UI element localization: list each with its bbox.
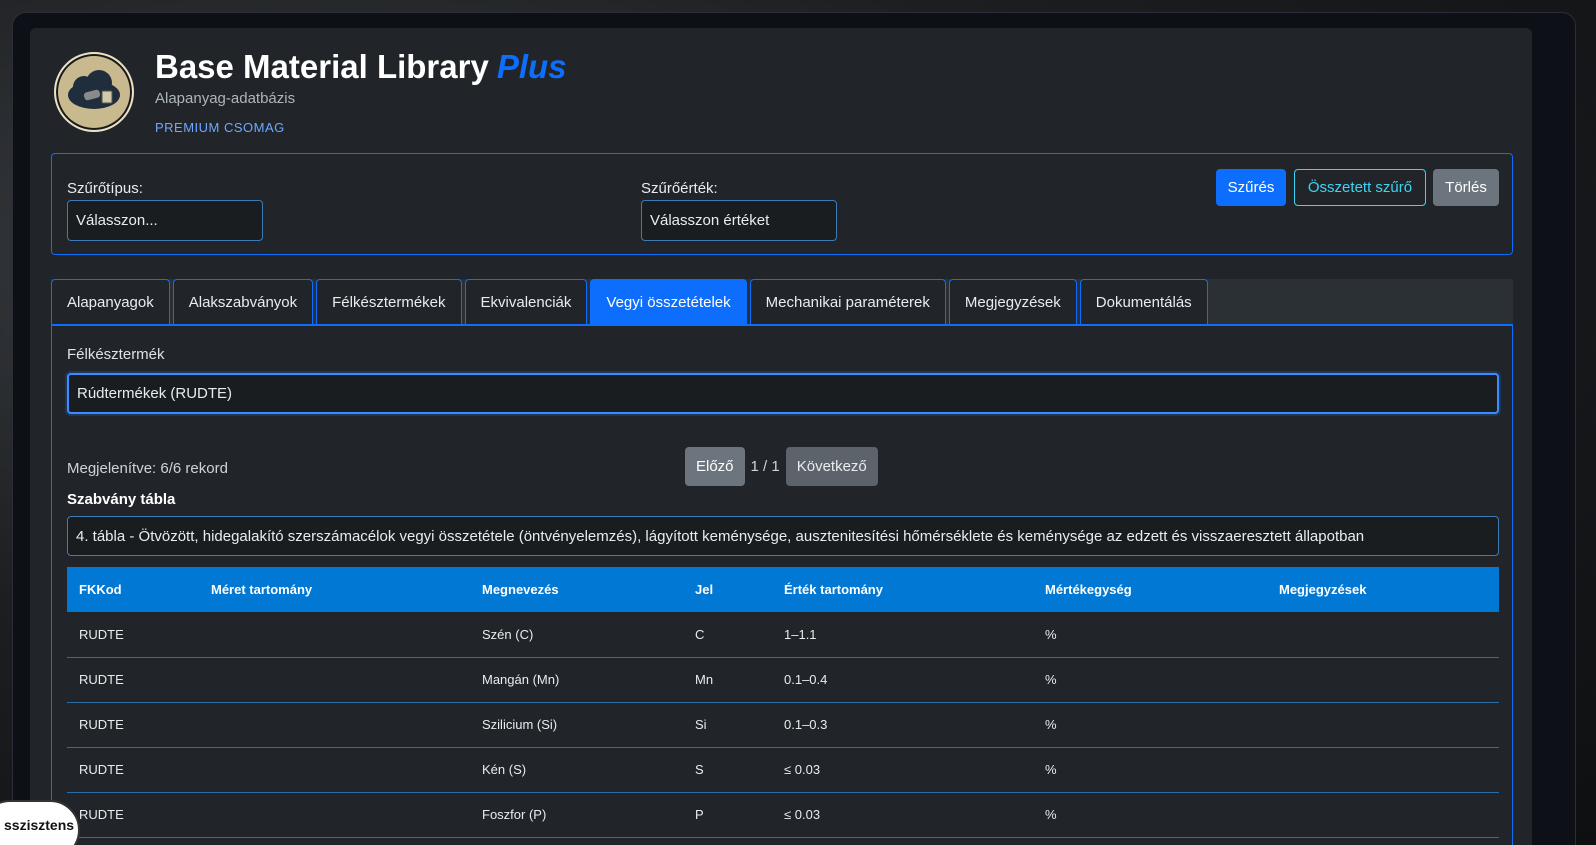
- table-row[interactable]: RUDTE Foszfor (P) P ≤ 0.03 %: [67, 792, 1499, 837]
- app-container: Base Material Library Plus Alapanyag-adat…: [30, 28, 1532, 845]
- app-title: Base Material Library Plus: [155, 48, 567, 85]
- record-count: Megjelenítve: 6/6 rekord: [67, 460, 228, 477]
- tab-alapanyagok[interactable]: Alapanyagok: [51, 279, 170, 324]
- app-subtitle: Alapanyag-adatbázis: [155, 90, 296, 107]
- cell-mertekegyseg: %: [1033, 792, 1267, 837]
- cell-meret: [199, 792, 470, 837]
- cloud-database-icon: [68, 70, 120, 109]
- filter-value-select[interactable]: Válasszon értéket: [641, 200, 837, 241]
- app-logo: [54, 52, 134, 132]
- cell-fkkod: RUDTE: [67, 792, 199, 837]
- cell-meret: [199, 612, 470, 657]
- table-row[interactable]: RUDTE Szilicium (Si) Si 0.1–0.3 %: [67, 702, 1499, 747]
- cell-jel: S: [683, 747, 772, 792]
- filter-type-select[interactable]: Válasszon...: [67, 200, 263, 241]
- col-megjegyzesek[interactable]: Megjegyzések: [1267, 567, 1499, 612]
- col-jel[interactable]: Jel: [683, 567, 772, 612]
- standard-table-label: Szabvány tábla: [67, 491, 176, 508]
- standard-table-field[interactable]: 4. tábla - Ötvözött, hidegalakító szersz…: [67, 516, 1499, 556]
- table-row[interactable]: RUDTE Mangán (Mn) Mn 0.1–0.4 %: [67, 657, 1499, 702]
- cell-meret: [199, 747, 470, 792]
- col-ertek-tartomany[interactable]: Érték tartomány: [772, 567, 1033, 612]
- cell-megjegyzes: [1267, 657, 1499, 702]
- pagination: Előző 1 / 1 Következő: [685, 447, 878, 486]
- complex-filter-button[interactable]: Összetett szűrő: [1294, 169, 1426, 206]
- table-header-row: FKKod Méret tartomány Megnevezés Jel Ért…: [67, 567, 1499, 612]
- cell-fkkod: RUDTE: [67, 702, 199, 747]
- cell-jel: Si: [683, 702, 772, 747]
- cell-megjegyzes: [1267, 747, 1499, 792]
- prev-page-button[interactable]: Előző: [685, 447, 745, 486]
- cell-meret: [199, 702, 470, 747]
- cell-mertekegyseg: %: [1033, 702, 1267, 747]
- composition-table: FKKod Méret tartomány Megnevezés Jel Ért…: [67, 567, 1499, 838]
- cell-mertekegyseg: %: [1033, 657, 1267, 702]
- cell-ertek: ≤ 0.03: [772, 792, 1033, 837]
- cell-megjegyzes: [1267, 702, 1499, 747]
- cell-megjegyzes: [1267, 792, 1499, 837]
- product-label: Félkésztermék: [67, 346, 165, 363]
- col-meret-tartomany[interactable]: Méret tartomány: [199, 567, 470, 612]
- tab-bar: Alapanyagok Alakszabványok Félkésztermék…: [51, 279, 1513, 325]
- tab-vegyi-osszetetelek[interactable]: Vegyi összetételek: [590, 279, 747, 324]
- tab-dokumentalas[interactable]: Dokumentálás: [1079, 279, 1208, 324]
- cell-mertekegyseg: %: [1033, 747, 1267, 792]
- tab-megjegyzesek[interactable]: Megjegyzések: [948, 279, 1077, 324]
- table-row[interactable]: RUDTE Kén (S) S ≤ 0.03 %: [67, 747, 1499, 792]
- cell-ertek: 0.1–0.3: [772, 702, 1033, 747]
- cell-jel: Mn: [683, 657, 772, 702]
- col-megnevezes[interactable]: Megnevezés: [470, 567, 683, 612]
- next-page-button[interactable]: Következő: [785, 447, 878, 486]
- clear-button[interactable]: Törlés: [1433, 169, 1499, 206]
- product-select[interactable]: Rúdtermékek (RUDTE): [67, 373, 1499, 414]
- filter-type-label: Szűrőtípus:: [67, 180, 143, 197]
- cell-megnevezes: Foszfor (P): [470, 792, 683, 837]
- cell-meret: [199, 657, 470, 702]
- tab-mechanikai-parameterek[interactable]: Mechanikai paraméterek: [749, 279, 946, 324]
- col-mertekegyseg[interactable]: Mértékegység: [1033, 567, 1267, 612]
- cell-fkkod: RUDTE: [67, 612, 199, 657]
- cell-megnevezes: Mangán (Mn): [470, 657, 683, 702]
- cell-megnevezes: Szén (C): [470, 612, 683, 657]
- cell-ertek: 0.1–0.4: [772, 657, 1033, 702]
- assistant-button[interactable]: sszisztens: [0, 800, 80, 845]
- table-row[interactable]: RUDTE Szén (C) C 1–1.1 %: [67, 612, 1499, 657]
- cell-ertek: ≤ 0.03: [772, 747, 1033, 792]
- tab-alakszabvanyok[interactable]: Alakszabványok: [172, 279, 314, 324]
- cell-jel: P: [683, 792, 772, 837]
- title-accent: Plus: [496, 48, 567, 85]
- filter-button[interactable]: Szűrés: [1216, 169, 1286, 206]
- cell-mertekegyseg: %: [1033, 612, 1267, 657]
- page-info: 1 / 1: [750, 458, 780, 475]
- tab-ekvivalenciak[interactable]: Ekvivalenciák: [464, 279, 588, 324]
- cell-megnevezes: Kén (S): [470, 747, 683, 792]
- col-fkkod[interactable]: FKKod: [67, 567, 199, 612]
- cell-fkkod: RUDTE: [67, 747, 199, 792]
- tab-content: Félkésztermék Rúdtermékek (RUDTE) Megjel…: [51, 324, 1513, 845]
- package-badge: PREMIUM CSOMAG: [155, 120, 285, 135]
- tab-felkesztermekek[interactable]: Félkésztermékek: [316, 279, 462, 324]
- cell-ertek: 1–1.1: [772, 612, 1033, 657]
- cell-jel: C: [683, 612, 772, 657]
- cell-megjegyzes: [1267, 612, 1499, 657]
- filter-panel: Szűrőtípus: Válasszon... Szűrőérték: Vál…: [51, 153, 1513, 255]
- filter-value-label: Szűrőérték:: [641, 180, 718, 197]
- cell-megnevezes: Szilicium (Si): [470, 702, 683, 747]
- cell-fkkod: RUDTE: [67, 657, 199, 702]
